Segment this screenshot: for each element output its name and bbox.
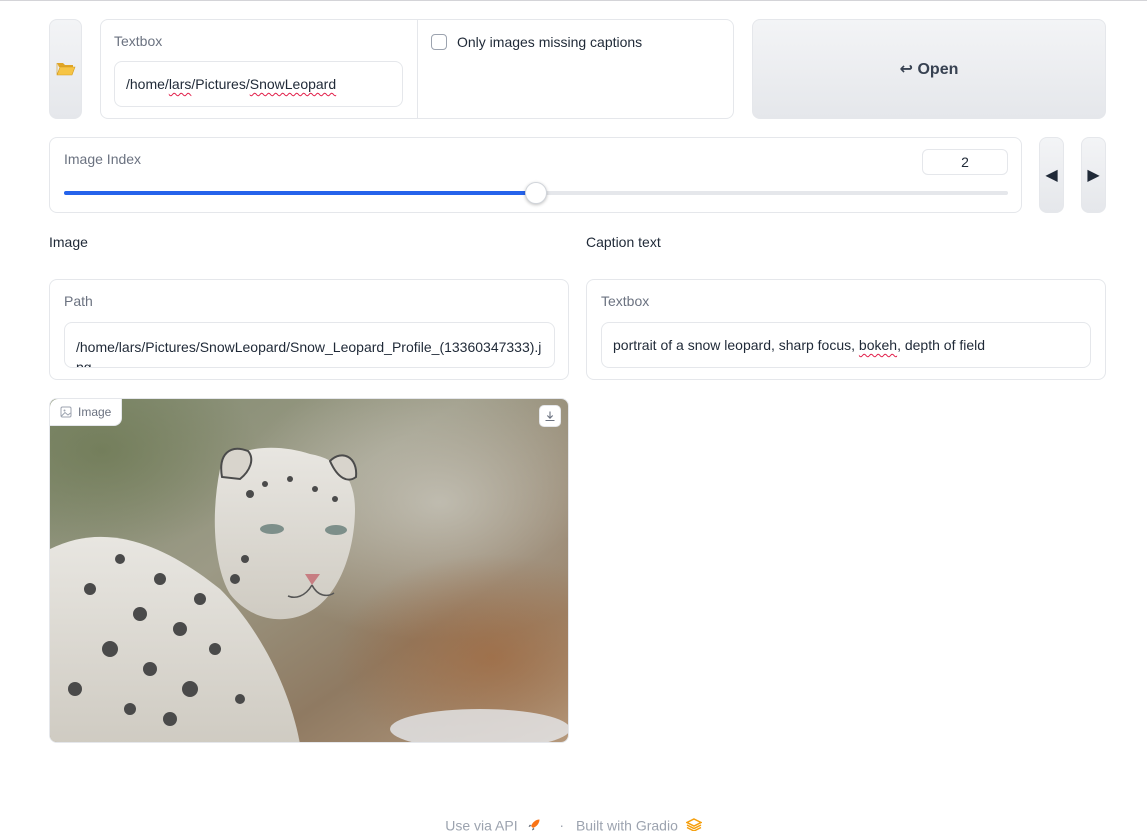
caption-section-title: Caption text: [586, 234, 661, 250]
footer-separator: ·: [559, 817, 565, 831]
folder-path-value: /home/lars/Pictures/SnowLeopard: [126, 76, 337, 92]
gradio-logo-icon: [685, 818, 703, 831]
open-folder-icon: [56, 63, 75, 76]
image-index-number[interactable]: 2: [922, 149, 1008, 175]
image-index-slider-fill: [64, 191, 536, 195]
image-index-label: Image Index: [64, 151, 142, 167]
browse-folder-button[interactable]: [49, 19, 82, 119]
download-icon: [545, 411, 555, 422]
missing-captions-label: Only images missing captions: [457, 34, 643, 50]
top-divider: [0, 0, 1147, 1]
prev-arrow-icon: ◀: [1045, 167, 1058, 184]
missing-captions-checkbox[interactable]: [431, 34, 447, 50]
next-arrow-icon: ▶: [1087, 167, 1100, 184]
folder-textbox-label: Textbox: [114, 33, 163, 49]
panel-divider: [417, 20, 418, 118]
next-button[interactable]: ▶: [1081, 137, 1106, 213]
caption-input[interactable]: portrait of a snow leopard, sharp focus,…: [601, 322, 1091, 368]
download-button[interactable]: [539, 405, 561, 427]
rocket-icon: [528, 819, 540, 831]
image-section-title: Image: [49, 234, 88, 250]
image-icon: [60, 406, 72, 418]
caption-textbox-label: Textbox: [601, 293, 650, 309]
caption-value: portrait of a snow leopard, sharp focus,…: [613, 337, 986, 353]
prev-button[interactable]: ◀: [1039, 137, 1064, 213]
folder-path-input[interactable]: /home/lars/Pictures/SnowLeopard: [114, 61, 403, 107]
image-index-slider-thumb[interactable]: [525, 182, 547, 204]
image-index-value: 2: [961, 154, 969, 170]
image-label-badge: Image: [50, 399, 123, 426]
path-input[interactable]: /home/lars/Pictures/SnowLeopard/Snow_Leo…: [64, 322, 555, 368]
open-button-label: ↩ Open: [899, 61, 959, 78]
image-label-text: Image: [78, 405, 112, 419]
snow-leopard-image: [50, 399, 568, 742]
built-with-gradio-link[interactable]: Built with Gradio: [576, 817, 678, 831]
path-label: Path: [64, 293, 93, 309]
image-viewer: [49, 398, 569, 743]
use-via-api-link[interactable]: Use via API: [445, 817, 517, 831]
footer: Use via API · Built with Gradio: [0, 816, 1147, 831]
path-value: /home/lars/Pictures/SnowLeopard/Snow_Leo…: [76, 339, 542, 368]
open-button[interactable]: ↩ Open: [752, 19, 1106, 119]
